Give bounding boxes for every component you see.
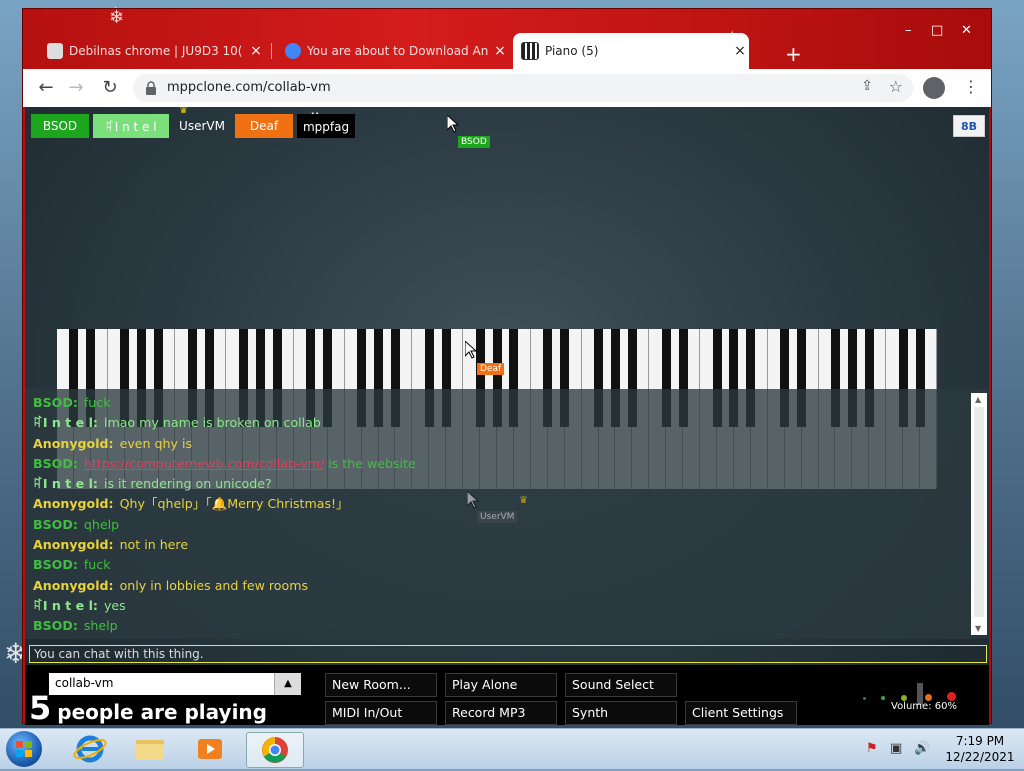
tab-favicon-icon bbox=[47, 43, 63, 59]
piano-favicon-icon bbox=[521, 42, 539, 60]
snowflake-icon: ❄ bbox=[109, 7, 125, 28]
play-alone-button[interactable]: Play Alone bbox=[445, 673, 557, 697]
browser-window: ❄ ✦ Debilnas chrome | JU9D3 10( × You ar… bbox=[22, 7, 992, 725]
synth-button[interactable]: Synth bbox=[565, 701, 677, 725]
chat-message: BSOD: qhelp bbox=[33, 516, 120, 532]
client-settings-button[interactable]: Client Settings bbox=[685, 701, 797, 725]
status-dot bbox=[863, 697, 866, 700]
chat-input[interactable]: You can chat with this thing. bbox=[29, 645, 987, 663]
chat-message: BSOD: https://computernewb.com/collab-vm/… bbox=[33, 455, 416, 471]
windows-logo-icon bbox=[16, 741, 32, 757]
chat-scrollbar[interactable]: ▲ ▼ bbox=[971, 393, 987, 635]
record-mp3-button[interactable]: Record MP3 bbox=[445, 701, 557, 725]
tab-piano[interactable]: Piano (5) × bbox=[513, 33, 749, 69]
cursor-tag-deaf: Deaf bbox=[477, 363, 505, 375]
chat-message: BSOD: fuck bbox=[33, 557, 111, 573]
internet-explorer-icon[interactable] bbox=[66, 732, 114, 766]
chat-link[interactable]: https://computernewb.com/collab-vm/ bbox=[84, 456, 324, 471]
player-badge-mppfag[interactable]: mppfag bbox=[297, 114, 355, 138]
midi-button[interactable]: MIDI In/Out bbox=[325, 701, 437, 725]
chat-message: BSOD: shelp bbox=[33, 618, 118, 634]
minimize-button[interactable]: – bbox=[905, 23, 912, 38]
player-badge-uservm[interactable]: UserVM bbox=[173, 114, 231, 138]
close-window-button[interactable]: ✕ bbox=[961, 23, 972, 38]
scrollbar-thumb[interactable] bbox=[974, 407, 984, 617]
settings-8b-button[interactable]: 8B bbox=[953, 115, 985, 137]
lock-icon bbox=[146, 81, 156, 95]
tab-download[interactable]: You are about to Download An × bbox=[277, 33, 509, 69]
forward-button[interactable]: → bbox=[65, 77, 87, 99]
file-explorer-icon[interactable] bbox=[126, 732, 174, 766]
chat-log: BSOD: fuck ꉜI n t e l: lmao my name is bro… bbox=[33, 393, 973, 633]
network-icon[interactable]: ▣ bbox=[890, 741, 902, 756]
start-button[interactable] bbox=[6, 731, 42, 767]
room-name: collab-vm bbox=[55, 676, 114, 690]
piano-page: BSOD ꉜI n t e l ♛ UserVM Deaf Me mppfag … bbox=[25, 107, 989, 725]
tab-close-icon[interactable]: × bbox=[731, 43, 749, 59]
share-icon[interactable]: ⇪ bbox=[861, 78, 873, 94]
chat-message: ꉜI n t e l: is it rendering on unicode? bbox=[33, 476, 272, 492]
chrome-icon[interactable] bbox=[246, 732, 304, 768]
profile-avatar-icon[interactable] bbox=[923, 77, 945, 99]
browser-menu-icon[interactable]: ⋮ bbox=[963, 77, 979, 96]
scroll-up-icon[interactable]: ▲ bbox=[975, 395, 981, 404]
player-badge-bsod[interactable]: BSOD bbox=[31, 114, 89, 138]
tab-close-icon[interactable]: × bbox=[247, 43, 265, 59]
url-text: mppclone.com/collab-vm bbox=[167, 80, 331, 95]
flag-icon[interactable]: ⚑ bbox=[866, 741, 878, 756]
player-badge-intel[interactable]: ꉜI n t e l bbox=[93, 114, 169, 138]
chat-message: BSOD: fuck bbox=[33, 395, 111, 410]
new-room-button[interactable]: New Room... bbox=[325, 673, 437, 697]
volume-label: Volume: 60% bbox=[891, 701, 957, 712]
control-bar: collab-vm ▲ 5 people are playing New Room… bbox=[25, 665, 989, 725]
clock[interactable]: 7:19 PM 12/22/2021 bbox=[942, 733, 1018, 765]
dropdown-arrow-icon[interactable]: ▲ bbox=[274, 673, 301, 695]
chat-message: Anonygold: even qhy is bbox=[33, 435, 193, 451]
chat-message: Anonygold: not in here bbox=[33, 537, 189, 553]
scroll-down-icon[interactable]: ▼ bbox=[975, 624, 981, 633]
tab-favicon-icon bbox=[285, 43, 301, 59]
browser-toolbar: ← → ↻ mppclone.com/collab-vm ⇪ ☆ ⋮ bbox=[23, 69, 991, 107]
bookmark-star-icon[interactable]: ☆ bbox=[889, 77, 903, 96]
volume-icon[interactable]: 🔊 bbox=[914, 741, 930, 756]
address-bar[interactable]: mppclone.com/collab-vm ⇪ ☆ bbox=[133, 74, 913, 102]
reload-button[interactable]: ↻ bbox=[99, 77, 121, 99]
taskbar: ⚑ ▣ 🔊 7:19 PM 12/22/2021 bbox=[0, 728, 1024, 769]
clock-date: 12/22/2021 bbox=[945, 750, 1015, 764]
clock-time: 7:19 PM bbox=[955, 734, 1005, 748]
player-count: 5 people are playing bbox=[29, 689, 267, 725]
status-dot bbox=[947, 692, 956, 701]
player-badge-deaf[interactable]: Deaf bbox=[235, 114, 293, 138]
sound-select-button[interactable]: Sound Select bbox=[565, 673, 677, 697]
tab-close-icon[interactable]: × bbox=[491, 43, 509, 59]
chat-message: Anonygold: Qhy「qhelp」「🔔Merry Christmas!」 bbox=[33, 496, 349, 512]
tab-debilnas[interactable]: Debilnas chrome | JU9D3 10( × bbox=[39, 33, 265, 69]
new-tab-button[interactable]: + bbox=[785, 42, 802, 66]
tab-divider bbox=[271, 43, 272, 59]
chat-message: ꉜI n t e l: yes bbox=[33, 597, 126, 613]
media-player-icon[interactable] bbox=[186, 732, 234, 766]
back-button[interactable]: ← bbox=[35, 77, 57, 99]
status-dot bbox=[881, 696, 885, 700]
cursor-icon bbox=[447, 115, 459, 133]
chat-message: ꉜI n t e l: lmao my name is broken on col… bbox=[33, 415, 321, 431]
status-dot bbox=[925, 694, 932, 701]
chat-message: Anonygold: only in lobbies and few rooms bbox=[33, 577, 309, 593]
cursor-tag-bsod: BSOD bbox=[458, 136, 490, 148]
cursor-icon bbox=[465, 341, 477, 359]
maximize-button[interactable]: □ bbox=[931, 23, 943, 38]
